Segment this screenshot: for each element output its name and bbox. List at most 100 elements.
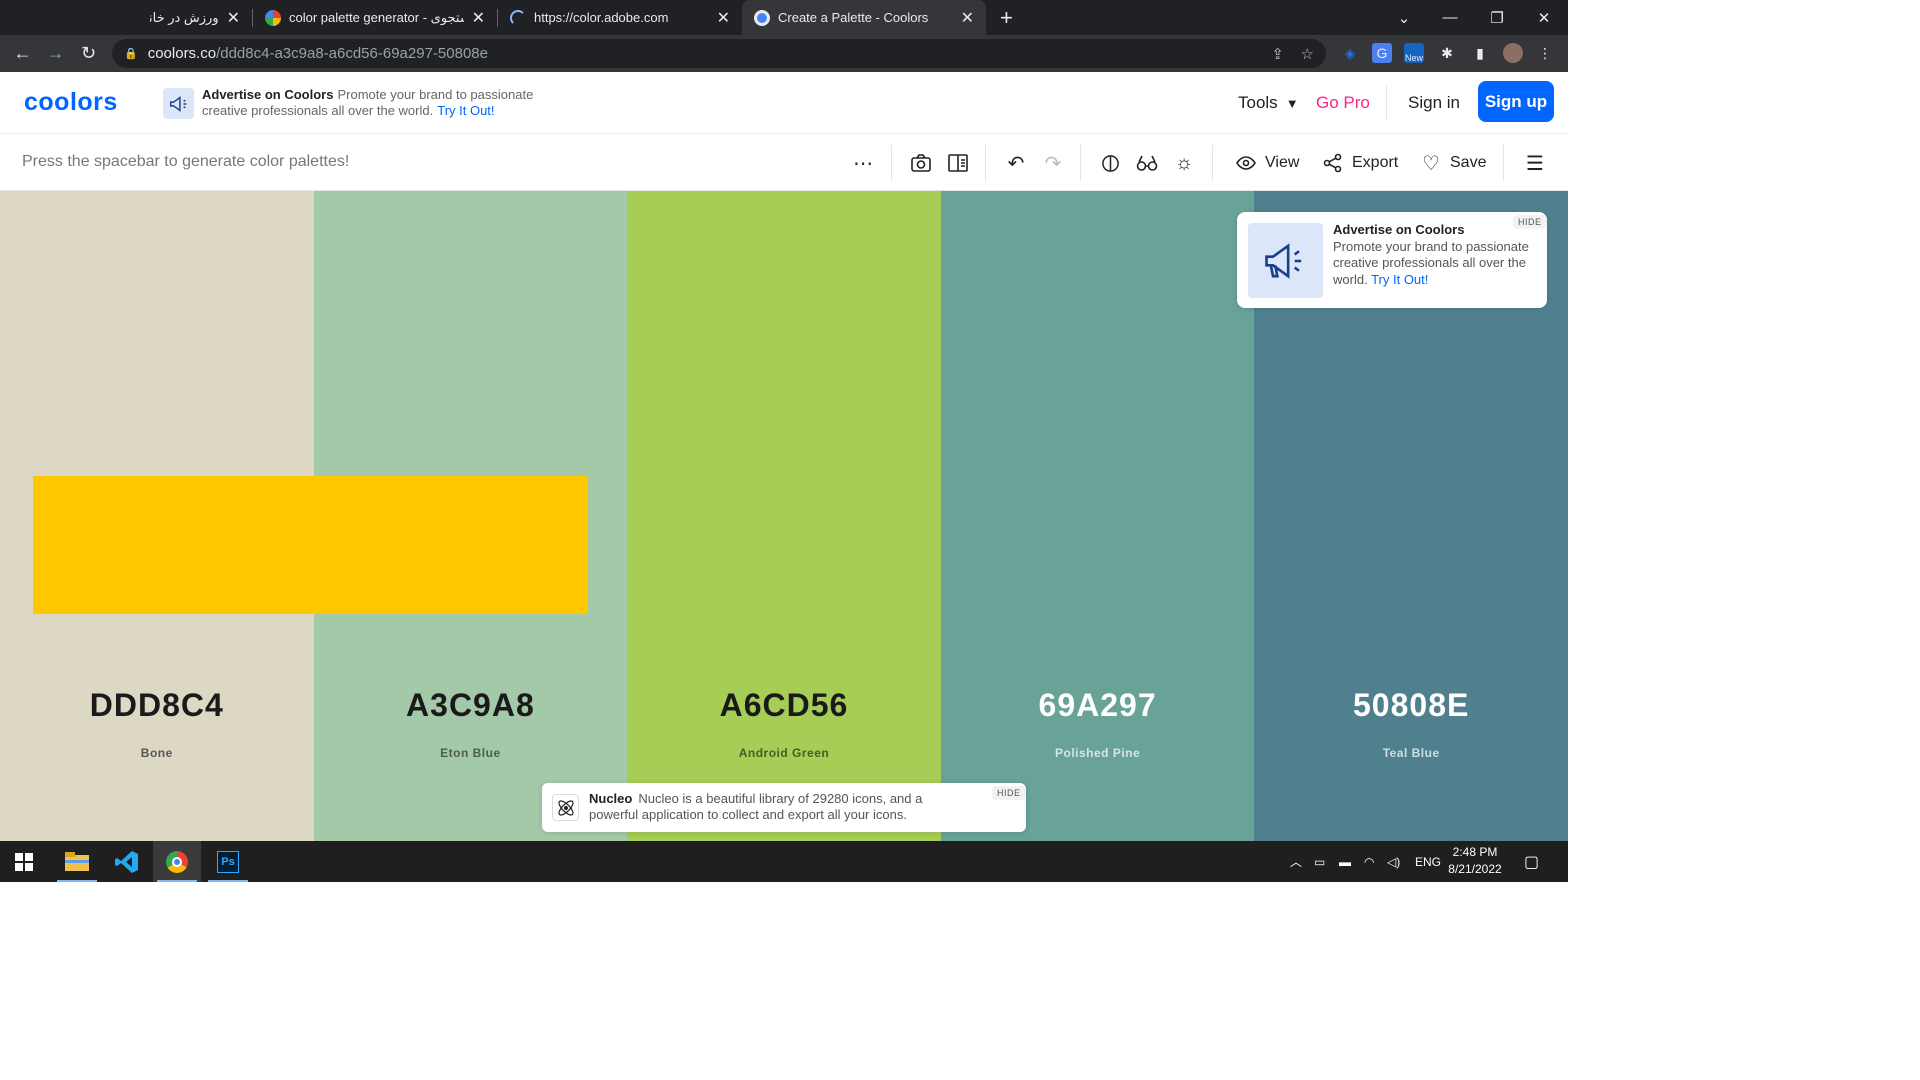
camera-icon[interactable] xyxy=(909,151,933,175)
windows-start-icon[interactable] xyxy=(0,841,48,882)
language-indicator[interactable]: ENG xyxy=(1415,841,1441,882)
puzzle-icon[interactable]: ✱ xyxy=(1437,43,1457,63)
hamburger-menu-icon[interactable]: ☰ xyxy=(1523,151,1547,175)
windows-taskbar: Ps ︿ ▭ ▬ ◠ ◁) ENG 2:48 PM 8/21/2022 ▢ xyxy=(0,841,1568,882)
tools-menu[interactable]: Tools ▼ xyxy=(1238,72,1299,134)
divider xyxy=(1503,145,1504,181)
hide-nucleo-button[interactable]: HIDE xyxy=(992,786,1026,800)
file-explorer-icon[interactable] xyxy=(53,841,101,882)
tab-search[interactable]: color palette generator - جستجوی ✕ xyxy=(253,0,497,35)
swatch-color-name[interactable]: Eton Blue xyxy=(314,746,628,760)
share-icon[interactable] xyxy=(1321,151,1345,175)
try-it-link[interactable]: Try It Out! xyxy=(1371,272,1428,287)
swatch-hex-code[interactable]: 50808E xyxy=(1254,687,1568,724)
meet-now-icon[interactable]: ▭ xyxy=(1314,841,1325,882)
swatch-hex-code[interactable]: 69A297 xyxy=(941,687,1255,724)
forward-icon[interactable]: → xyxy=(39,43,72,64)
export-button[interactable]: Export xyxy=(1352,154,1398,172)
tab-workout[interactable]: ورزش در خانه ✕ xyxy=(0,0,252,35)
tab-coolors[interactable]: Create a Palette - Coolors ✕ xyxy=(742,0,986,35)
battery-icon[interactable]: ▬ xyxy=(1339,841,1351,882)
contrast-icon[interactable] xyxy=(1098,151,1122,175)
redo-icon[interactable]: ↷ xyxy=(1041,151,1065,175)
atom-icon xyxy=(552,794,579,821)
shield-icon[interactable]: ◈ xyxy=(1340,43,1360,63)
tab-adobe-color[interactable]: https://color.adobe.com ✕ xyxy=(498,0,742,35)
megaphone-icon xyxy=(1248,223,1323,298)
chrome-icon[interactable] xyxy=(153,841,201,882)
swatch-hex-code[interactable]: DDD8C4 xyxy=(0,687,314,724)
show-hidden-icons-icon[interactable]: ︿ xyxy=(1290,841,1302,882)
new-tab-button[interactable]: + xyxy=(1000,5,1013,31)
back-icon[interactable]: ← xyxy=(6,43,39,64)
undo-icon[interactable]: ↶ xyxy=(1004,151,1028,175)
swatch-color-name[interactable]: Teal Blue xyxy=(1254,746,1568,760)
restore-icon[interactable]: ❐ xyxy=(1474,0,1520,35)
vscode-icon[interactable] xyxy=(103,841,151,882)
heart-icon[interactable]: ♡ xyxy=(1419,151,1443,175)
header-ad[interactable]: Advertise on Coolors Promote your brand t… xyxy=(202,87,562,119)
wifi-icon[interactable]: ◠ xyxy=(1364,841,1374,882)
swatch-color-name[interactable]: Bone xyxy=(0,746,314,760)
color-swatch[interactable]: 69A297 Polished Pine xyxy=(940,191,1255,841)
tab-search-chevron-icon[interactable]: ⌄ xyxy=(1381,0,1427,35)
chevron-down-icon: ▼ xyxy=(1285,95,1299,111)
sign-up-button[interactable]: Sign up xyxy=(1478,81,1554,122)
share-icon[interactable]: ⇪ xyxy=(1271,45,1284,63)
glasses-icon[interactable] xyxy=(1135,151,1159,175)
browser-tab-bar: ورزش در خانه ✕ color palette generator -… xyxy=(0,0,1568,35)
divider xyxy=(1386,86,1387,120)
kebab-menu-icon[interactable]: ⋮ xyxy=(1535,43,1555,63)
minimize-icon[interactable]: — xyxy=(1427,0,1473,35)
try-it-link[interactable]: Try It Out! xyxy=(437,103,494,118)
swatch-color-name[interactable]: Polished Pine xyxy=(941,746,1255,760)
volume-icon[interactable]: ◁) xyxy=(1387,841,1400,882)
notifications-icon[interactable]: ▢ xyxy=(1524,841,1539,882)
nucleo-banner[interactable]: Nucleo Nucleo is a beautiful library of 2… xyxy=(542,783,1026,832)
extension-new-icon[interactable]: New xyxy=(1404,43,1424,63)
megaphone-icon xyxy=(163,88,194,119)
close-icon[interactable]: ✕ xyxy=(472,8,485,28)
chrome-logo xyxy=(166,850,188,873)
save-button[interactable]: Save xyxy=(1450,154,1486,172)
running-indicator xyxy=(208,880,248,882)
translate-icon[interactable]: G xyxy=(1372,43,1392,63)
color-overlay-box xyxy=(33,476,588,614)
brightness-icon[interactable]: ☼ xyxy=(1172,151,1196,175)
close-icon[interactable]: ✕ xyxy=(227,8,240,28)
photoshop-icon[interactable]: Ps xyxy=(204,841,252,882)
lock-icon: 🔒 xyxy=(124,48,138,60)
swatch-hex-code[interactable]: A3C9A8 xyxy=(314,687,628,724)
running-indicator xyxy=(57,880,97,882)
address-bar: ← → ↻ 🔒 coolors.co/ddd8c4-a3c9a8-a6cd56-… xyxy=(0,35,1568,72)
coolors-logo[interactable]: coolors xyxy=(24,88,118,117)
system-clock[interactable]: 2:48 PM 8/21/2022 xyxy=(1440,844,1510,878)
eye-icon[interactable] xyxy=(1234,151,1258,175)
avatar[interactable] xyxy=(1503,43,1523,63)
nucleo-text: Nucleo Nucleo is a beautiful library of 2… xyxy=(589,791,923,822)
window-close-icon[interactable]: ✕ xyxy=(1521,0,1567,35)
side-panel-icon[interactable]: ▮ xyxy=(1470,43,1490,63)
color-swatch[interactable]: A6CD56 Android Green xyxy=(627,191,941,841)
more-options-icon[interactable]: ⋯ xyxy=(851,151,875,175)
divider xyxy=(985,145,986,181)
spacebar-hint: Press the spacebar to generate color pal… xyxy=(22,153,350,170)
site-header: coolors Advertise on Coolors Promote your… xyxy=(0,72,1568,134)
hide-ad-button[interactable]: HIDE xyxy=(1513,215,1547,229)
split-view-icon[interactable] xyxy=(946,151,970,175)
divider xyxy=(891,145,892,181)
bookmark-star-icon[interactable]: ☆ xyxy=(1301,45,1314,63)
url-field[interactable]: 🔒 coolors.co/ddd8c4-a3c9a8-a6cd56-69a297… xyxy=(112,39,1326,68)
sign-in-link[interactable]: Sign in xyxy=(1408,72,1460,134)
reload-icon[interactable]: ↻ xyxy=(72,43,105,64)
close-icon[interactable]: ✕ xyxy=(717,8,730,28)
view-button[interactable]: View xyxy=(1265,154,1299,172)
ad-card[interactable]: Advertise on Coolors Promote your brand t… xyxy=(1237,212,1547,308)
swatch-hex-code[interactable]: A6CD56 xyxy=(627,687,941,724)
swatch-color-name[interactable]: Android Green xyxy=(627,746,941,760)
chrome-logo-center xyxy=(172,856,182,867)
google-icon xyxy=(265,9,281,26)
divider xyxy=(1212,145,1213,181)
close-icon[interactable]: ✕ xyxy=(961,8,974,28)
go-pro-link[interactable]: Go Pro xyxy=(1316,72,1370,134)
